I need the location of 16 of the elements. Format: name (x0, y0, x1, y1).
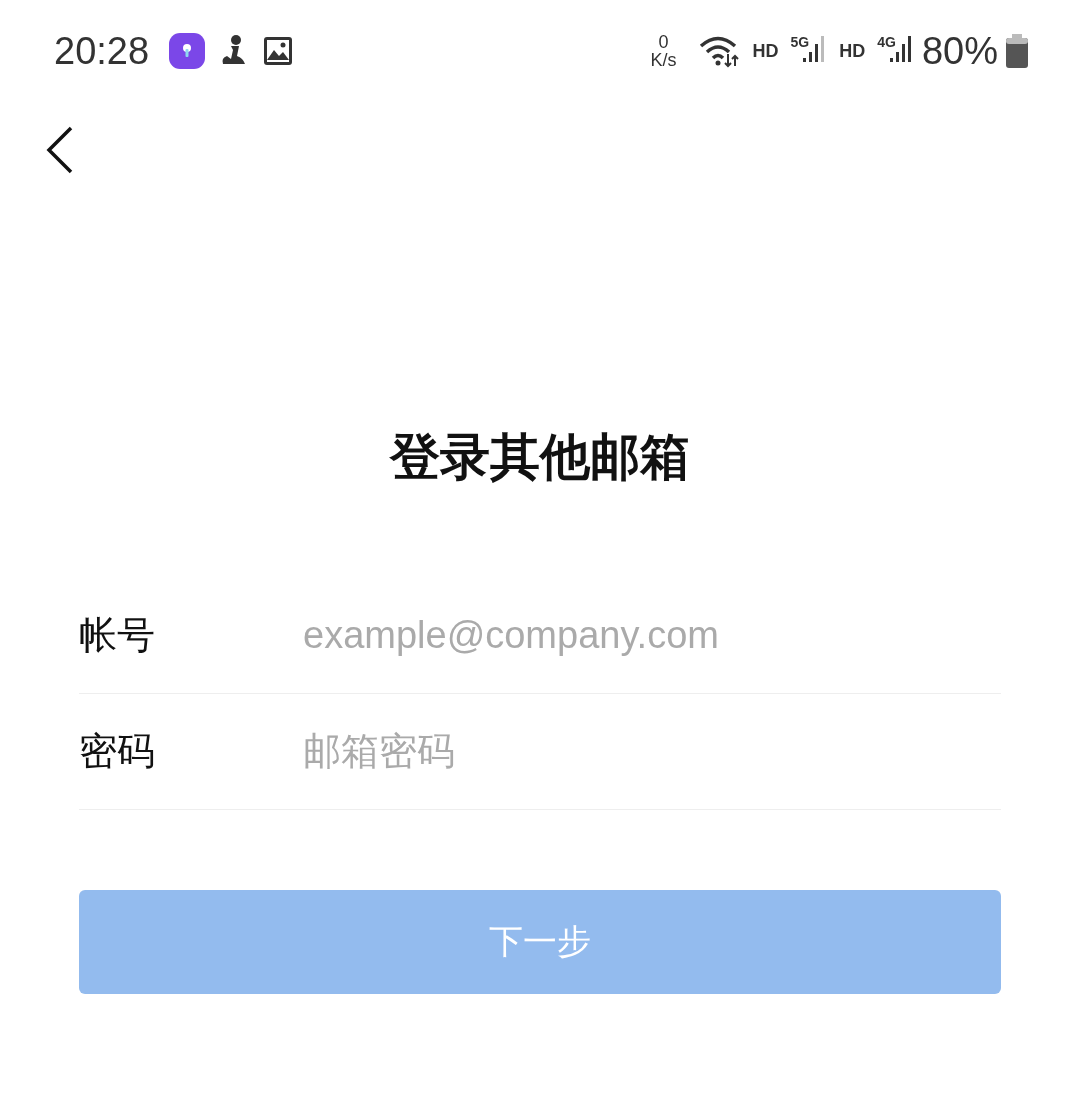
network-type: 4G (877, 34, 896, 50)
hd-indicator: HD (839, 40, 866, 62)
field-label: 密码 (79, 728, 156, 775)
network-speed: 0 K/s (650, 33, 677, 69)
field-label: 帐号 (79, 612, 156, 659)
hd-indicator: HD (752, 40, 779, 62)
input-field[interactable]: example@company.com (303, 605, 1001, 666)
wifi-icon (698, 34, 741, 68)
battery-percent: 80% (921, 29, 998, 73)
page-title: 登录其他邮箱 (388, 432, 691, 488)
clock: 20:28 (54, 29, 150, 73)
battery-icon (1006, 34, 1028, 68)
lock-app-icon (169, 33, 206, 69)
network-type: 5G (790, 34, 810, 50)
image-icon (263, 36, 294, 66)
input-field[interactable]: 邮箱密码 (303, 721, 1001, 782)
